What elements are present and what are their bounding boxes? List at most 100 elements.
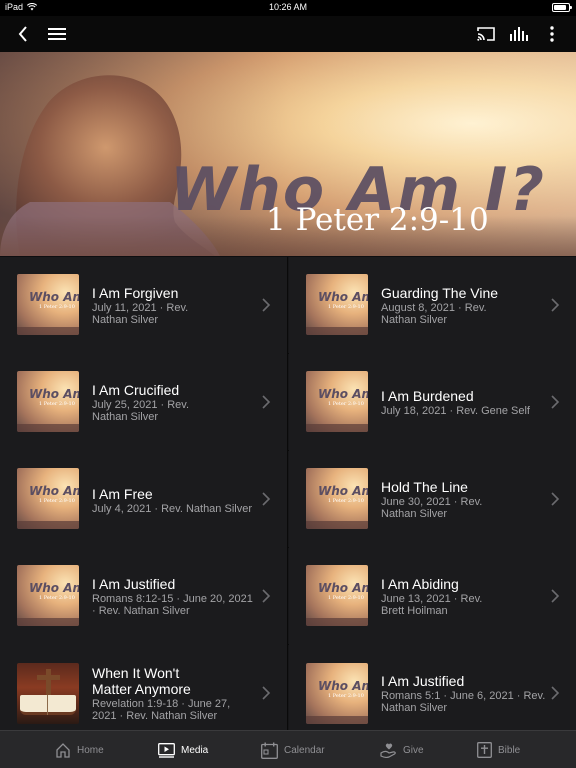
sermon-info: I Am Forgiven July 11, 2021 · Rev. Nathan… xyxy=(92,285,257,326)
tab-label: Give xyxy=(403,744,424,756)
sermon-meta-line: Romans 8:12-15 · June 20, 2021 xyxy=(92,593,253,605)
calendar-icon xyxy=(261,742,278,759)
sermon-meta: July 11, 2021 · Rev. Nathan Silver xyxy=(92,302,257,326)
thumbnail-reference: 1 Peter 2:9-10 xyxy=(328,498,364,504)
sermon-item-when-it-wont-matter-anymore[interactable]: When It Won't Matter Anymore Revelation 1… xyxy=(0,645,288,730)
chevron-right-icon xyxy=(262,589,271,603)
sermon-info: I Am Abiding June 13, 2021 · Rev. Brett H… xyxy=(381,576,546,617)
thumbnail-title: Who Am I? xyxy=(29,290,79,304)
chevron-right-icon xyxy=(551,686,560,700)
chevron-left-icon xyxy=(18,26,27,42)
sermon-meta-line: July 25, 2021 · Rev. xyxy=(92,399,190,411)
sermon-title: When It Won't Matter Anymore xyxy=(92,665,257,697)
sermon-meta-line: Nathan Silver xyxy=(92,314,159,326)
sermon-meta-line: July 18, 2021 · Rev. Gene Self xyxy=(381,405,530,417)
thumbnail-ground xyxy=(17,521,79,529)
chevron-right-icon xyxy=(262,298,271,312)
sermon-meta: Revelation 1:9-18 · June 27, 2021 · Rev. … xyxy=(92,698,257,722)
sermon-meta-line: Nathan Silver xyxy=(381,508,448,520)
tab-label: Home xyxy=(77,744,104,756)
sermon-row: Who Am I? 1 Peter 2:9-10 I Am Justified … xyxy=(0,548,576,645)
thumbnail-ground xyxy=(306,521,368,529)
sermon-title: I Am Free xyxy=(92,486,153,502)
sermon-item-i-am-crucified[interactable]: Who Am I? 1 Peter 2:9-10 I Am Crucified … xyxy=(0,354,288,451)
sermon-item-i-am-burdened[interactable]: Who Am I? 1 Peter 2:9-10 I Am Burdened J… xyxy=(289,354,576,451)
thumbnail-reference: 1 Peter 2:9-10 xyxy=(328,693,364,699)
sermon-meta: July 4, 2021 · Rev. Nathan Silver xyxy=(92,503,257,515)
open-bible-shape xyxy=(20,695,76,715)
tab-calendar[interactable]: Calendar xyxy=(261,731,325,768)
sermon-row: When It Won't Matter Anymore Revelation 1… xyxy=(0,645,576,730)
chevron-right-icon xyxy=(262,492,271,506)
sermon-meta-line: Nathan Silver xyxy=(381,314,448,326)
sermon-title-line: Matter Anymore xyxy=(92,681,191,697)
sermon-title-line: When It Won't xyxy=(92,665,180,681)
battery-level xyxy=(554,5,566,10)
cast-button[interactable] xyxy=(472,20,500,48)
sermon-title: Guarding The Vine xyxy=(381,285,499,301)
back-button[interactable] xyxy=(9,20,37,48)
sermon-thumbnail: Who Am I? 1 Peter 2:9-10 xyxy=(306,274,368,335)
sermon-item-guarding-the-vine[interactable]: Who Am I? 1 Peter 2:9-10 Guarding The Vi… xyxy=(289,257,576,354)
sermon-title: I Am Abiding xyxy=(381,576,459,592)
sermon-meta-line: Nathan Silver xyxy=(381,702,448,714)
thumbnail-reference: 1 Peter 2:9-10 xyxy=(328,595,364,601)
home-icon xyxy=(56,743,70,758)
sermon-info: I Am Free July 4, 2021 · Rev. Nathan Sil… xyxy=(92,486,257,515)
menu-button[interactable] xyxy=(43,20,71,48)
more-button[interactable] xyxy=(538,20,566,48)
sermon-meta: July 18, 2021 · Rev. Gene Self xyxy=(381,405,546,417)
battery-icon xyxy=(552,3,572,12)
sermon-title: Hold The Line xyxy=(381,479,468,495)
tab-media[interactable]: Media xyxy=(158,731,208,768)
sermon-item-i-am-justified[interactable]: Who Am I? 1 Peter 2:9-10 I Am Justified … xyxy=(0,548,288,645)
thumbnail-ground xyxy=(306,716,368,724)
thumbnail-title: Who Am I? xyxy=(318,581,368,595)
sermon-meta: August 8, 2021 · Rev. Nathan Silver xyxy=(381,302,546,326)
sermon-info: I Am Justified Romans 8:12-15 · June 20,… xyxy=(92,576,257,617)
sermon-item-i-am-free[interactable]: Who Am I? 1 Peter 2:9-10 I Am Free July … xyxy=(0,451,288,548)
sermon-info: Hold The Line June 30, 2021 · Rev. Nathan… xyxy=(381,479,546,520)
audio-button[interactable] xyxy=(505,20,533,48)
chevron-right-icon xyxy=(551,492,560,506)
chevron-right-icon xyxy=(262,395,271,409)
sermon-thumbnail: Who Am I? 1 Peter 2:9-10 xyxy=(306,371,368,432)
sermon-meta-line: Romans 5:1 · June 6, 2021 · Rev. xyxy=(381,690,546,702)
hero-scripture-reference: 1 Peter 2:9-10 xyxy=(266,202,489,238)
sermon-item-i-am-abiding[interactable]: Who Am I? 1 Peter 2:9-10 I Am Abiding Ju… xyxy=(289,548,576,645)
sermon-meta: Romans 8:12-15 · June 20, 2021 · Rev. Nat… xyxy=(92,593,257,617)
thumbnail-reference: 1 Peter 2:9-10 xyxy=(328,304,364,310)
sermon-row: Who Am I? 1 Peter 2:9-10 I Am Free July … xyxy=(0,451,576,548)
thumbnail-title: Who Am I? xyxy=(29,484,79,498)
sermon-title: I Am Justified xyxy=(92,576,176,592)
sermon-meta: June 13, 2021 · Rev. Brett Hoilman xyxy=(381,593,546,617)
tab-home[interactable]: Home xyxy=(55,731,104,768)
sermon-meta-line: · Rev. Nathan Silver xyxy=(92,605,190,617)
sermon-meta-line: June 13, 2021 · Rev. xyxy=(381,593,483,605)
tab-give[interactable]: Give xyxy=(380,731,424,768)
sermon-row: Who Am I? 1 Peter 2:9-10 I Am Crucified … xyxy=(0,354,576,451)
sermon-meta-line: Brett Hoilman xyxy=(381,605,448,617)
series-hero-banner: Who Am I? 1 Peter 2:9-10 xyxy=(0,52,576,256)
sermon-item-i-am-forgiven[interactable]: Who Am I? 1 Peter 2:9-10 I Am Forgiven J… xyxy=(0,257,288,354)
sermon-meta-line: Revelation 1:9-18 · June 27, xyxy=(92,698,231,710)
sermon-item-i-am-justified-2[interactable]: Who Am I? 1 Peter 2:9-10 I Am Justified … xyxy=(289,645,576,730)
sermon-meta-line: 2021 · Rev. Nathan Silver xyxy=(92,710,218,722)
sermon-meta: June 30, 2021 · Rev. Nathan Silver xyxy=(381,496,546,520)
thumbnail-ground xyxy=(306,618,368,626)
thumbnail-title: Who Am I? xyxy=(318,290,368,304)
chevron-right-icon xyxy=(551,395,560,409)
sermon-info: When It Won't Matter Anymore Revelation 1… xyxy=(92,665,257,722)
sermon-title: I Am Burdened xyxy=(381,388,474,404)
sermon-meta-line: August 8, 2021 · Rev. xyxy=(381,302,487,314)
sermon-title: I Am Forgiven xyxy=(92,285,179,301)
thumbnail-ground xyxy=(17,327,79,335)
sermon-meta-line: July 4, 2021 · Rev. Nathan Silver xyxy=(92,503,252,515)
sermon-item-hold-the-line[interactable]: Who Am I? 1 Peter 2:9-10 Hold The Line J… xyxy=(289,451,576,548)
sermon-row: Who Am I? 1 Peter 2:9-10 I Am Forgiven J… xyxy=(0,257,576,354)
thumbnail-reference: 1 Peter 2:9-10 xyxy=(328,401,364,407)
thumbnail-reference: 1 Peter 2:9-10 xyxy=(39,401,75,407)
status-time: 10:26 AM xyxy=(268,2,308,12)
thumbnail-title: Who Am I? xyxy=(318,679,368,693)
tab-bible[interactable]: Bible xyxy=(477,731,520,768)
